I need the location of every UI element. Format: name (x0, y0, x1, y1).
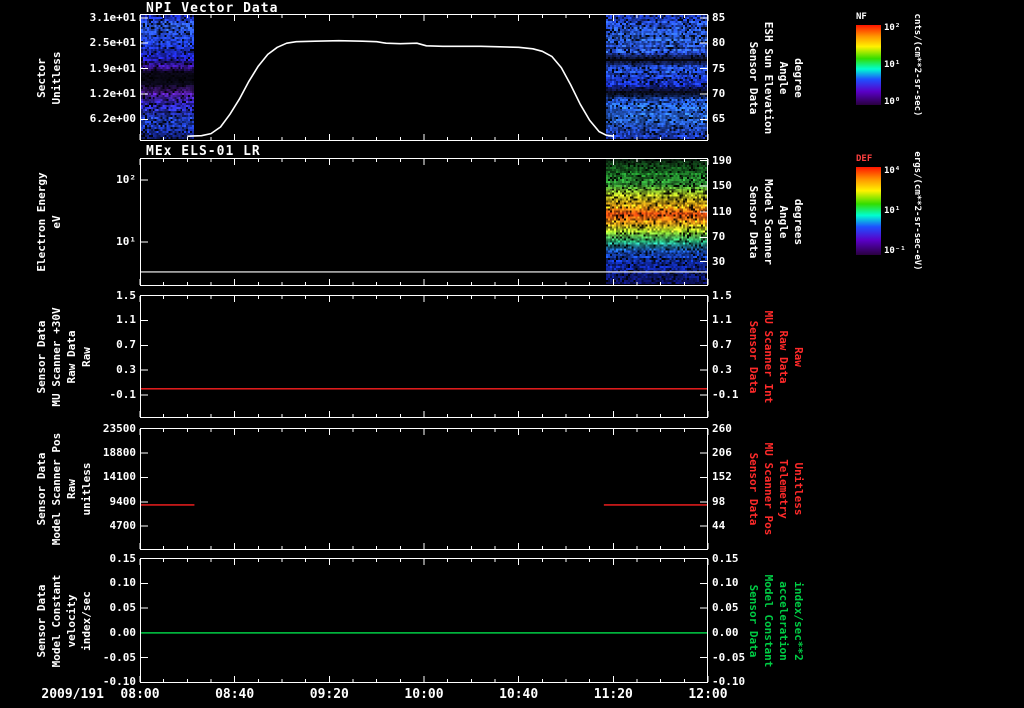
right-axis-label: Raw Raw Data MU Scanner Int Sensor Data (747, 310, 805, 403)
colorbar-tick-label: 10² (884, 23, 901, 34)
x-tick-label: 12:00 (688, 687, 728, 702)
right-axis-label: degree Angle ESH Sun Elevation Sensor Da… (747, 21, 805, 134)
colorbar-unit-label: ergs/(cm**2-sr-sec-eV) (912, 151, 922, 271)
colorbar-unit-label: cnts/(cm**2-sr-sec) (912, 13, 922, 117)
plot-frame (140, 428, 708, 550)
y-tick-label-left: 10¹ (116, 234, 136, 248)
y-tick-label-right: 190 (712, 153, 732, 167)
x-tick-label: 09:20 (309, 687, 349, 702)
left-axis-label: Sensor Data Model Constant velocity inde… (35, 574, 93, 667)
left-axis-label: Sensor Data Model Scanner Pos Raw unitle… (35, 432, 93, 546)
colorbar-tick-label: 10⁻¹ (884, 246, 906, 257)
y-tick-label-left: 2.5e+01 (89, 36, 136, 50)
left-axis-label: Sector Unitless (35, 51, 63, 104)
x-tick-label: 10:40 (499, 687, 539, 702)
left-axis-label: Electron Energy eV (35, 172, 63, 272)
y-tick-label-left: 1.2e+01 (89, 87, 136, 100)
right-axis-label: index/sec**2 acceleration Model Constant… (747, 574, 805, 667)
spectrogram-canvas (606, 15, 707, 139)
y-tick-label-left: 1.9e+01 (89, 61, 136, 75)
x-tick-label: 10:00 (404, 687, 444, 702)
colorbar-title: NF (856, 12, 867, 22)
colorbar-tick-label: 10⁴ (884, 165, 901, 176)
colorbar-tick-label: 10⁰ (884, 96, 901, 107)
x-tick-label: 08:40 (215, 687, 255, 702)
colorbar-title: DEF (856, 154, 873, 164)
plot-stage: NPI Vector Data MEx ELS-01 LR 2009/191 3… (0, 0, 1024, 708)
right-axis-label: Unitless Telemetry MU Scanner Pos Sensor… (747, 442, 805, 536)
y-tick-label-left: 3.1e+01 (89, 10, 136, 24)
panel-els-title: MEx ELS-01 LR (146, 144, 261, 159)
plot-frame (140, 558, 708, 683)
y-tick-label-left: 10² (116, 172, 136, 186)
x-tick-label: 08:00 (120, 687, 160, 702)
plot-frame (140, 295, 708, 418)
colorbar-tick-label: 10¹ (884, 60, 901, 70)
colorbar-gradient (856, 167, 881, 255)
x-tick-label: 11:20 (593, 687, 633, 702)
y-tick-label-left: 0.15 (109, 551, 137, 565)
right-axis-label: degrees Angle Model Scanner Sensor Data (747, 178, 805, 266)
y-tick-label-right: 1.5 (712, 288, 732, 302)
left-axis-label: Sensor Data MU Scanner +30V Raw Data Raw (35, 306, 93, 407)
y-tick-label-left: 6.2e+00 (89, 112, 136, 126)
spectrogram-canvas (606, 159, 707, 284)
spectrogram-canvas (141, 15, 195, 139)
colorbar-tick-label: 10¹ (884, 206, 901, 216)
y-tick-label-left: 1.5 (116, 288, 136, 302)
colorbar-gradient (856, 25, 881, 105)
y-tick-label-right: 0.15 (712, 551, 739, 565)
y-tick-label-right: 260 (712, 421, 732, 435)
